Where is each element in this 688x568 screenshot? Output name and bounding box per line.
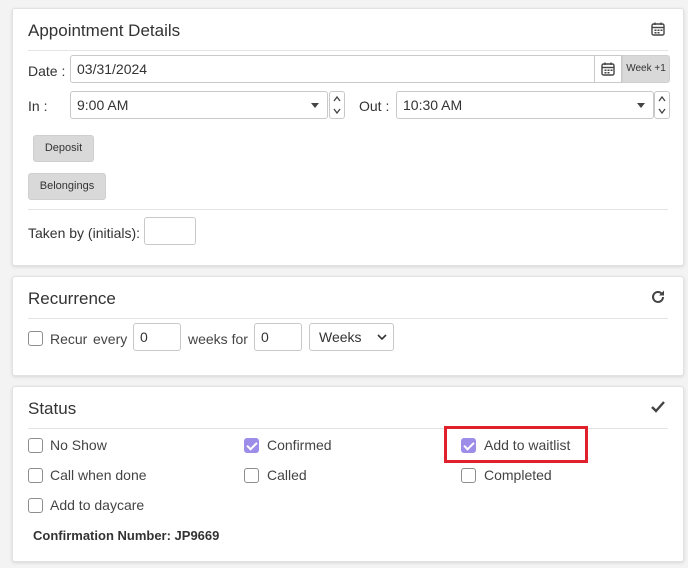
chevron-down-icon[interactable] <box>658 107 666 115</box>
in-label: In : <box>28 98 48 114</box>
belongings-button[interactable]: Belongings <box>28 173 106 200</box>
chevron-down-icon <box>311 103 319 108</box>
completed-checkbox[interactable] <box>461 468 476 483</box>
in-time-select[interactable]: 9:00 AM <box>70 91 328 119</box>
taken-by-input[interactable] <box>144 217 196 245</box>
check-icon <box>650 399 668 417</box>
week-plus-one-button[interactable]: Week +1 <box>622 55 670 83</box>
called-label: Called <box>267 467 307 483</box>
date-picker-button[interactable] <box>594 55 622 83</box>
appointment-details-title: Appointment Details <box>28 21 181 40</box>
out-time-stepper[interactable] <box>654 91 670 119</box>
status-header: Status <box>28 387 668 429</box>
completed-label: Completed <box>484 467 552 483</box>
appointment-details-card: Appointment Details Date : 03/31/2024 We… <box>12 8 684 266</box>
recur-checkbox[interactable] <box>28 331 43 346</box>
status-card: Status No Show Confirmed Add to waitlist… <box>12 386 684 562</box>
every-label: every <box>93 331 128 347</box>
chevron-up-icon[interactable] <box>333 95 341 103</box>
chevron-down-icon <box>637 103 645 108</box>
no-show-checkbox[interactable] <box>28 438 43 453</box>
call-when-done-label: Call when done <box>50 467 147 483</box>
add-to-daycare-label: Add to daycare <box>50 497 145 513</box>
unit-select-value: Weeks <box>319 329 362 345</box>
calendar-icon <box>601 62 615 76</box>
out-time-select[interactable]: 10:30 AM <box>396 91 654 119</box>
status-title: Status <box>28 399 77 418</box>
taken-by-label: Taken by (initials): <box>28 225 141 241</box>
divider <box>28 209 668 210</box>
no-show-label: No Show <box>50 437 107 453</box>
recur-label: Recur <box>50 331 88 347</box>
weeks-for-input[interactable]: 0 <box>254 323 302 351</box>
out-label: Out : <box>359 98 390 114</box>
appointment-details-header: Appointment Details <box>28 9 668 51</box>
every-input[interactable]: 0 <box>133 323 181 351</box>
in-time-value: 9:00 AM <box>77 97 129 113</box>
unit-select[interactable]: Weeks <box>309 323 394 351</box>
refresh-icon[interactable] <box>650 289 668 307</box>
weeks-for-label: weeks for <box>188 331 248 347</box>
date-input[interactable]: 03/31/2024 <box>70 55 595 83</box>
recurrence-title: Recurrence <box>28 289 116 308</box>
calendar-icon[interactable] <box>650 21 668 39</box>
confirmed-label: Confirmed <box>267 437 332 453</box>
confirmation-number: Confirmation Number: JP9669 <box>33 528 220 543</box>
add-to-waitlist-label: Add to waitlist <box>484 437 571 453</box>
chevron-up-icon[interactable] <box>658 95 666 103</box>
out-time-value: 10:30 AM <box>403 97 463 113</box>
chevron-down-icon <box>377 334 387 341</box>
confirmed-checkbox[interactable] <box>244 438 259 453</box>
chevron-down-icon[interactable] <box>333 107 341 115</box>
recurrence-card: Recurrence Recur every 0 weeks for 0 Wee… <box>12 276 684 376</box>
deposit-button[interactable]: Deposit <box>33 135 94 162</box>
add-to-waitlist-checkbox[interactable] <box>461 438 476 453</box>
call-when-done-checkbox[interactable] <box>28 468 43 483</box>
recurrence-header: Recurrence <box>28 277 668 319</box>
called-checkbox[interactable] <box>244 468 259 483</box>
in-time-stepper[interactable] <box>329 91 345 119</box>
date-label: Date : <box>28 63 66 79</box>
add-to-daycare-checkbox[interactable] <box>28 498 43 513</box>
